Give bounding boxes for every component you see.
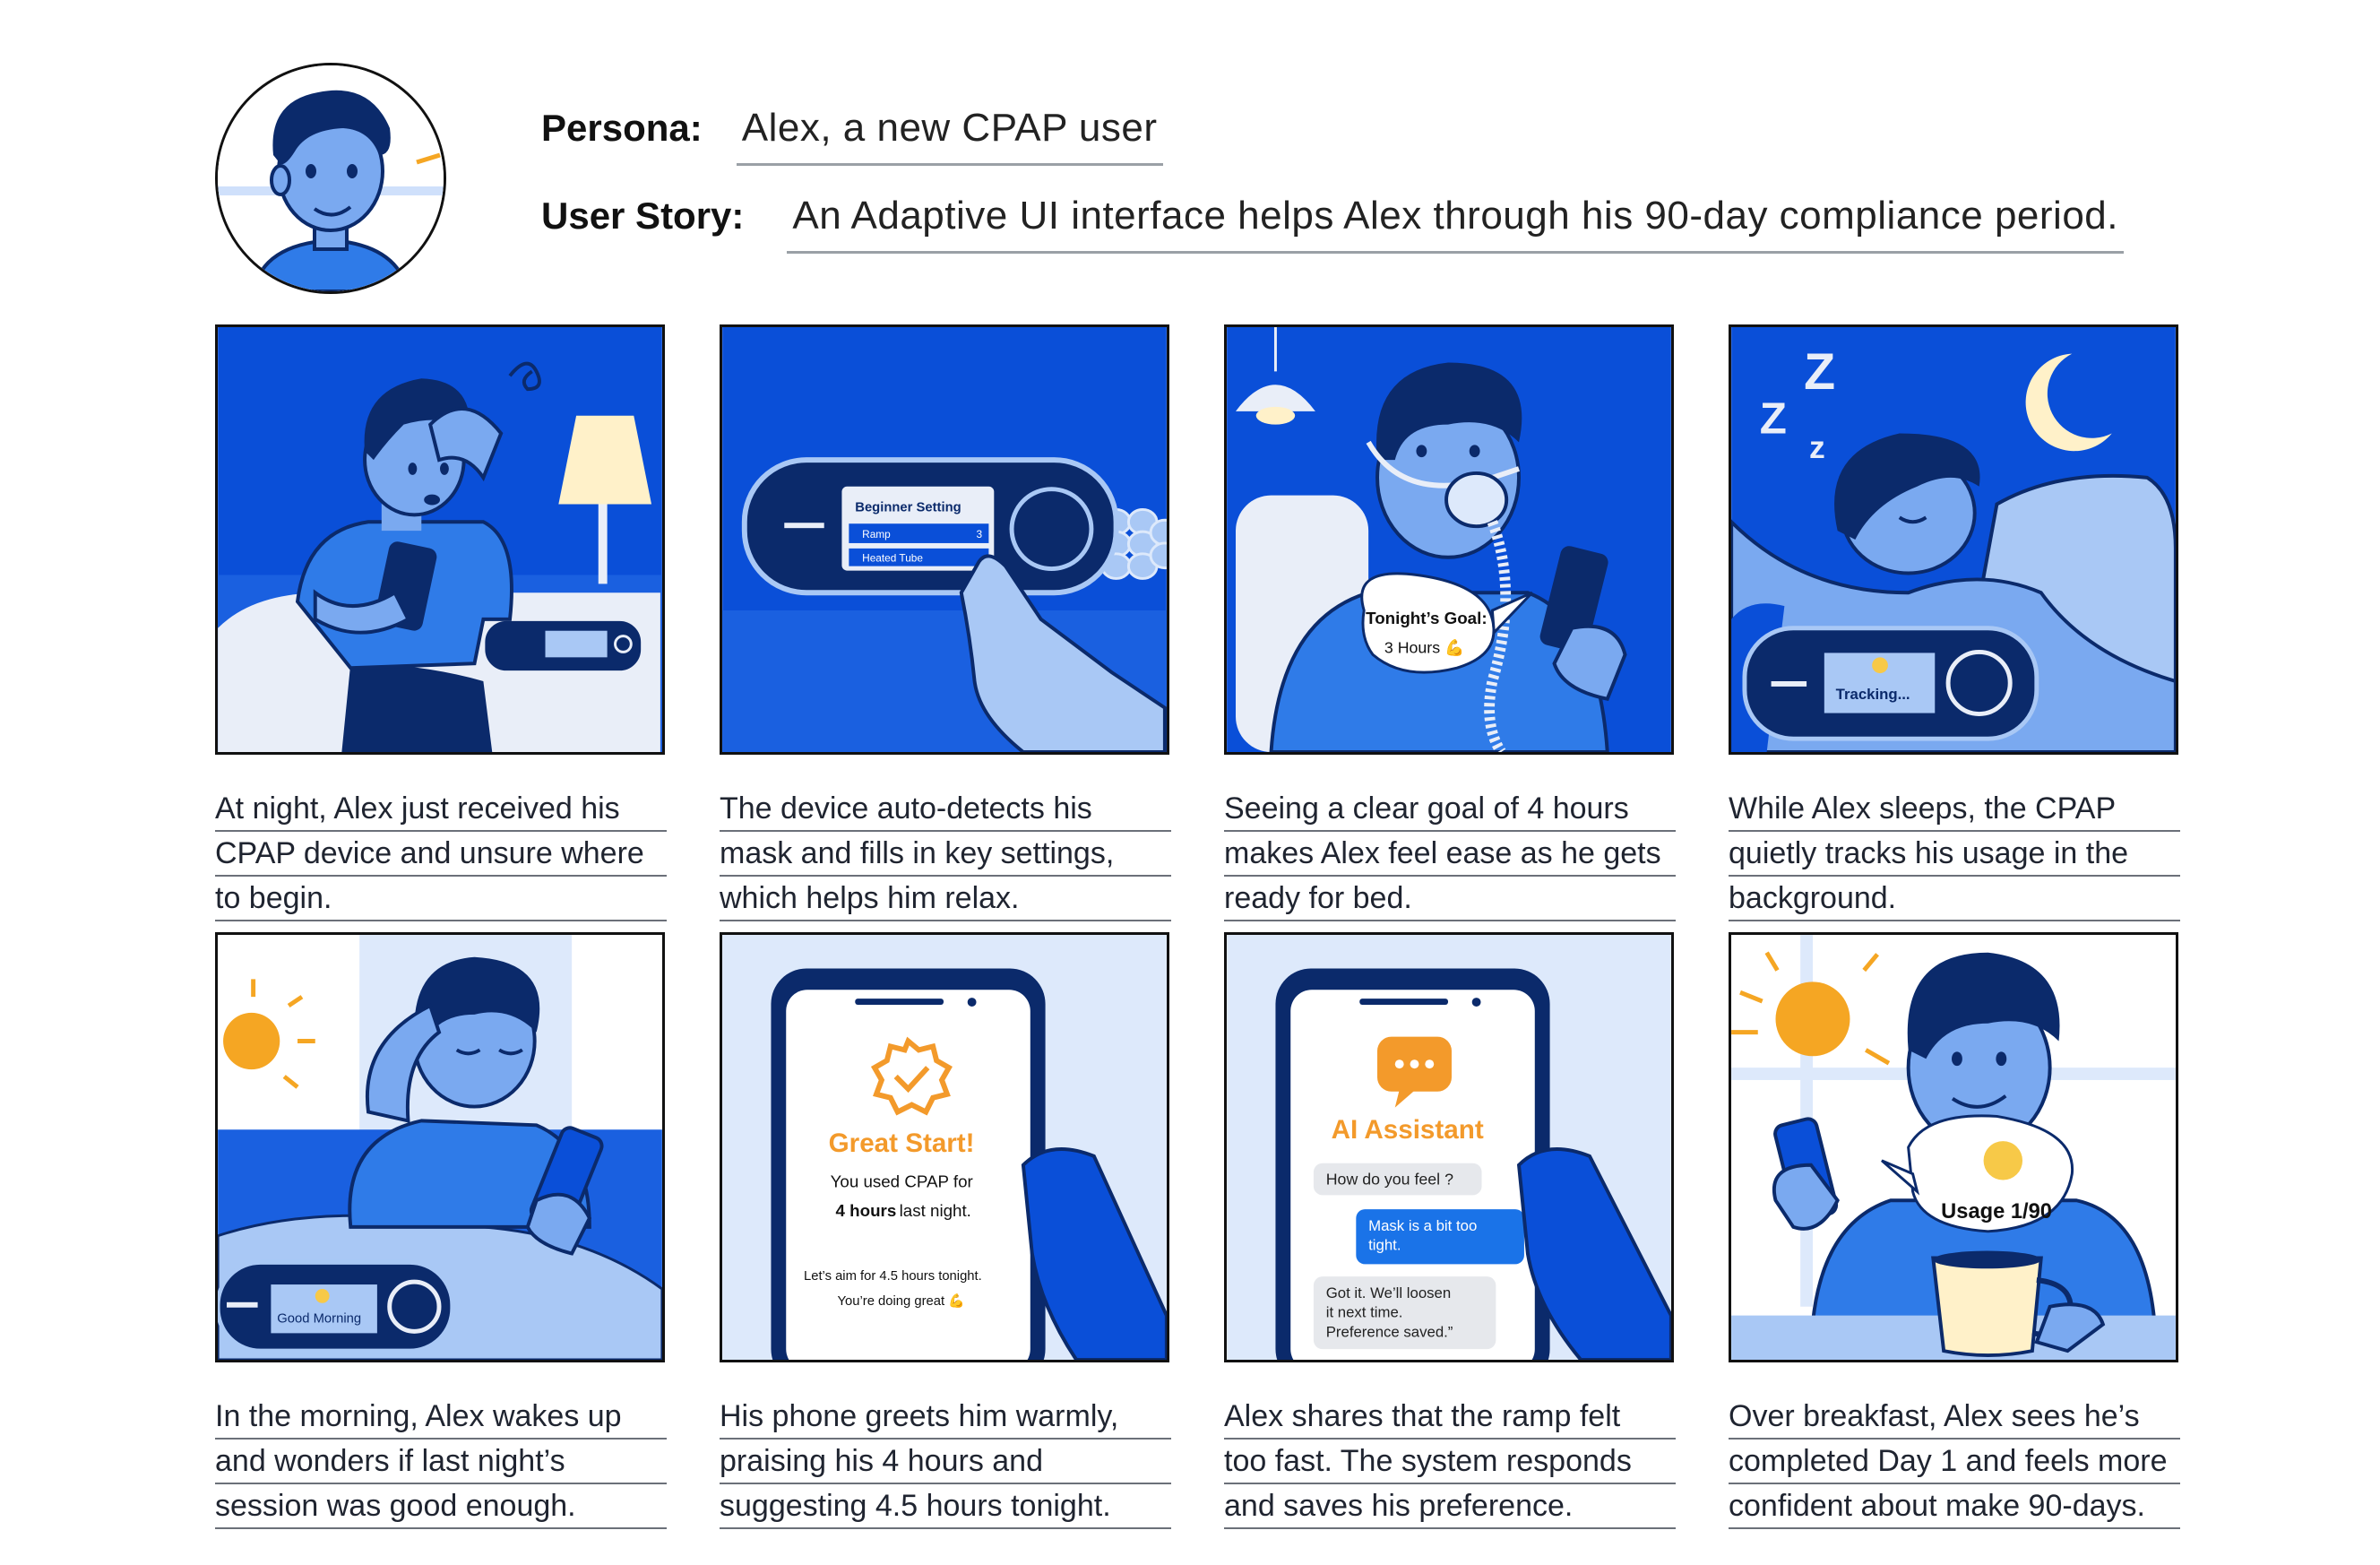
storyboard-panel-4: Z Z z Tracking... xyxy=(1729,324,2178,755)
panel-7-illustration: AI Assistant How do you feel ? Mask is a… xyxy=(1227,935,1671,1360)
screen-row-label: Heated Tube xyxy=(862,552,923,565)
user-story-row: User Story: An Adaptive UI interface hel… xyxy=(541,194,2124,254)
usage-hours: 4 hours xyxy=(836,1201,897,1220)
chat-message-bot: Got it. We’ll loosen xyxy=(1326,1284,1451,1301)
screen-title: Beginner Setting xyxy=(855,500,961,514)
smile-icon xyxy=(1983,1141,2023,1180)
persona-label: Persona: xyxy=(541,107,703,149)
caption-line: background. xyxy=(1729,877,2180,921)
panel-1-illustration xyxy=(218,327,662,752)
caption-line: suggesting 4.5 hours tonight. xyxy=(720,1484,1171,1529)
caption-line: which helps him relax. xyxy=(720,877,1171,921)
caption-line: makes Alex feel ease as he gets xyxy=(1224,832,1676,877)
panel-6-illustration: Great Start! You used CPAP for 4 hours l… xyxy=(722,935,1167,1360)
chat-message-bot: Preference saved.” xyxy=(1326,1323,1453,1340)
panel-4-caption: While Alex sleeps, the CPAP quietly trac… xyxy=(1729,787,2180,921)
encouragement-line: You’re doing great 💪 xyxy=(838,1293,965,1309)
storyboard-panel-8: Usage 1/90 xyxy=(1729,932,2178,1362)
storyboard-panel-5: Good Morning xyxy=(215,932,665,1362)
caption-line: At night, Alex just received his xyxy=(215,787,667,832)
caption-line: and wonders if last night’s xyxy=(215,1440,667,1484)
caption-line: Seeing a clear goal of 4 hours xyxy=(1224,787,1676,832)
caption-line: Alex shares that the ramp felt xyxy=(1224,1395,1676,1440)
caption-line: session was good enough. xyxy=(215,1484,667,1529)
caption-line: mask and fills in key settings, xyxy=(720,832,1171,877)
zzz-large: Z xyxy=(1804,343,1835,401)
user-story-value: An Adaptive UI interface helps Alex thro… xyxy=(787,194,2124,254)
caption-line: His phone greets him warmly, xyxy=(720,1395,1171,1440)
persona-avatar xyxy=(215,63,446,294)
caption-line: confident about make 90-days. xyxy=(1729,1484,2180,1529)
panel-3-illustration: Tonight’s Goal: 3 Hours 💪 xyxy=(1227,327,1671,752)
caption-line: While Alex sleeps, the CPAP xyxy=(1729,787,2180,832)
panel-5-illustration: Good Morning xyxy=(218,935,662,1360)
goal-bubble-text: 3 Hours 💪 xyxy=(1384,637,1464,656)
caption-line: Over breakfast, Alex sees he’s xyxy=(1729,1395,2180,1440)
storyboard-panel-7: AI Assistant How do you feel ? Mask is a… xyxy=(1224,932,1674,1362)
zzz-medium: Z xyxy=(1760,394,1787,444)
panel-6-caption: His phone greets him warmly, praising hi… xyxy=(720,1395,1171,1529)
caption-line: too fast. The system responds xyxy=(1224,1440,1676,1484)
chat-message-user: tight. xyxy=(1368,1237,1401,1254)
usage-bubble-text: Usage 1/90 xyxy=(1941,1200,2052,1223)
storyboard-panel-6: Great Start! You used CPAP for 4 hours l… xyxy=(720,932,1169,1362)
usage-line-1: You used CPAP for xyxy=(831,1172,973,1190)
caption-line: ready for bed. xyxy=(1224,877,1676,921)
goal-bubble-title: Tonight’s Goal: xyxy=(1366,609,1487,627)
device-screen-text: Good Morning xyxy=(277,1312,361,1327)
persona-value: Alex, a new CPAP user xyxy=(736,106,1163,166)
avatar-illustration xyxy=(218,65,444,291)
smile-icon xyxy=(1872,657,1888,674)
aim-line: Let’s aim for 4.5 hours tonight. xyxy=(804,1269,982,1284)
device-screen-text: Tracking... xyxy=(1836,686,1910,703)
caption-line: quietly tracks his usage in the xyxy=(1729,832,2180,877)
panel-1-caption: At night, Alex just received his CPAP de… xyxy=(215,787,667,921)
screen-row-value: 3 xyxy=(977,528,983,540)
chat-message-user: Mask is a bit too xyxy=(1368,1217,1477,1234)
panel-5-caption: In the morning, Alex wakes up and wonder… xyxy=(215,1395,667,1529)
caption-line: to begin. xyxy=(215,877,667,921)
persona-row: Persona: Alex, a new CPAP user xyxy=(541,106,1163,166)
panel-2-illustration: Beginner Setting Ramp 3 Heated Tube xyxy=(722,327,1167,752)
storyboard-panel-1 xyxy=(215,324,665,755)
chat-message-bot: How do you feel ? xyxy=(1326,1170,1453,1188)
zzz-small: z xyxy=(1809,429,1825,465)
chat-message-bot: it next time. xyxy=(1326,1304,1403,1321)
panel-4-illustration: Z Z z Tracking... xyxy=(1731,327,2176,752)
caption-line: The device auto-detects his xyxy=(720,787,1171,832)
great-start-title: Great Start! xyxy=(829,1128,975,1158)
panel-7-caption: Alex shares that the ramp felt too fast.… xyxy=(1224,1395,1676,1529)
user-story-label: User Story: xyxy=(541,195,745,237)
caption-line: In the morning, Alex wakes up xyxy=(215,1395,667,1440)
caption-line: completed Day 1 and feels more xyxy=(1729,1440,2180,1484)
screen-row-label: Ramp xyxy=(862,528,891,540)
caption-line: praising his 4 hours and xyxy=(720,1440,1171,1484)
panel-2-caption: The device auto-detects his mask and fil… xyxy=(720,787,1171,921)
panel-8-illustration: Usage 1/90 xyxy=(1731,935,2176,1360)
usage-line-1-end: last night. xyxy=(900,1201,971,1220)
storyboard-panel-3: Tonight’s Goal: 3 Hours 💪 xyxy=(1224,324,1674,755)
smile-icon xyxy=(315,1289,330,1303)
panel-8-caption: Over breakfast, Alex sees he’s completed… xyxy=(1729,1395,2180,1529)
storyboard-panel-2: Beginner Setting Ramp 3 Heated Tube xyxy=(720,324,1169,755)
panel-3-caption: Seeing a clear goal of 4 hours makes Ale… xyxy=(1224,787,1676,921)
assistant-title: AI Assistant xyxy=(1332,1115,1484,1145)
caption-line: CPAP device and unsure where xyxy=(215,832,667,877)
caption-line: and saves his preference. xyxy=(1224,1484,1676,1529)
